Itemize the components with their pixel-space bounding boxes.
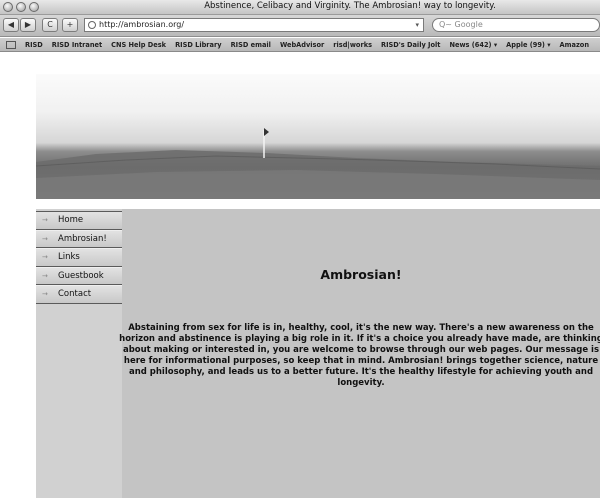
arrow-right-icon: → bbox=[42, 253, 48, 261]
nav-item-label: Links bbox=[58, 252, 80, 262]
nav-item-home[interactable]: → Home bbox=[36, 211, 122, 230]
title-bar: Abstinence, Celibacy and Virginity. The … bbox=[0, 0, 600, 15]
bookmark-news[interactable]: News (642) ▾ bbox=[449, 41, 497, 49]
main-content: Ambrosian! Abstaining from sex for life … bbox=[119, 209, 600, 498]
nav-item-links[interactable]: → Links bbox=[36, 248, 122, 267]
url-dropdown-icon[interactable]: ▾ bbox=[415, 19, 419, 31]
nav-item-label: Guestbook bbox=[58, 270, 104, 281]
arrow-right-icon: → bbox=[42, 271, 48, 280]
bookmark-risd-email[interactable]: RISD email bbox=[231, 41, 271, 49]
bookmark-risd-library[interactable]: RISD Library bbox=[175, 41, 221, 49]
bookmark-apple[interactable]: Apple (99) ▾ bbox=[506, 41, 550, 49]
forward-button[interactable]: ▶ bbox=[20, 18, 36, 32]
zoom-window-button[interactable] bbox=[29, 2, 39, 12]
globe-icon bbox=[88, 21, 96, 29]
nav-item-label: Home bbox=[58, 215, 84, 225]
nav-item-guestbook[interactable]: → Guestbook bbox=[36, 266, 122, 285]
window-controls bbox=[3, 2, 39, 12]
url-field[interactable]: http://ambrosian.org/ ▾ bbox=[84, 18, 424, 32]
bookmark-risd-daily-jolt[interactable]: RISD's Daily Jolt bbox=[381, 41, 440, 49]
bookmark-risdworks[interactable]: risd|works bbox=[333, 41, 372, 49]
nav-item-label: Ambrosian! bbox=[58, 233, 107, 244]
url-text: http://ambrosian.org/ bbox=[99, 20, 185, 29]
browser-toolbar: ◀ ▶ C + http://ambrosian.org/ ▾ Q~ Googl… bbox=[0, 15, 600, 37]
page-heading: Ambrosian! bbox=[320, 267, 402, 282]
sidebar: → Home → Ambrosian! → Links → Guestbook … bbox=[36, 209, 122, 498]
bookmark-webadvisor[interactable]: WebAdvisor bbox=[280, 41, 324, 49]
golf-course-landscape bbox=[36, 128, 600, 199]
nav-item-label: Contact bbox=[58, 289, 92, 299]
bookmark-cns-help-desk[interactable]: CNS Help Desk bbox=[111, 41, 166, 49]
bookmark-risd[interactable]: RISD bbox=[25, 41, 43, 49]
add-bookmark-button[interactable]: + bbox=[62, 18, 78, 32]
nav-item-ambrosian[interactable]: → Ambrosian! bbox=[36, 229, 122, 248]
close-window-button[interactable] bbox=[3, 2, 13, 12]
back-button[interactable]: ◀ bbox=[3, 18, 19, 32]
bookmarks-book-icon[interactable] bbox=[6, 40, 16, 49]
web-page: → Home → Ambrosian! → Links → Guestbook … bbox=[0, 53, 600, 498]
arrow-right-icon: → bbox=[42, 234, 48, 243]
bookmark-amazon[interactable]: Amazon bbox=[560, 41, 590, 49]
reload-button[interactable]: C bbox=[42, 18, 58, 32]
content-frame: → Home → Ambrosian! → Links → Guestbook … bbox=[36, 209, 600, 498]
minimize-window-button[interactable] bbox=[16, 2, 26, 12]
nav-item-contact[interactable]: → Contact bbox=[36, 285, 122, 304]
search-input[interactable]: Q~ Google bbox=[432, 18, 600, 32]
nav-menu: → Home → Ambrosian! → Links → Guestbook … bbox=[36, 211, 122, 304]
bookmark-risd-intranet[interactable]: RISD Intranet bbox=[52, 41, 102, 49]
arrow-right-icon: → bbox=[42, 216, 48, 224]
hero-image bbox=[36, 74, 600, 199]
intro-paragraph: Abstaining from sex for life is in, heal… bbox=[119, 323, 600, 388]
bookmarks-bar: RISD RISD Intranet CNS Help Desk RISD Li… bbox=[0, 38, 600, 52]
arrow-right-icon: → bbox=[42, 290, 48, 298]
window-title: Abstinence, Celibacy and Virginity. The … bbox=[204, 1, 496, 11]
